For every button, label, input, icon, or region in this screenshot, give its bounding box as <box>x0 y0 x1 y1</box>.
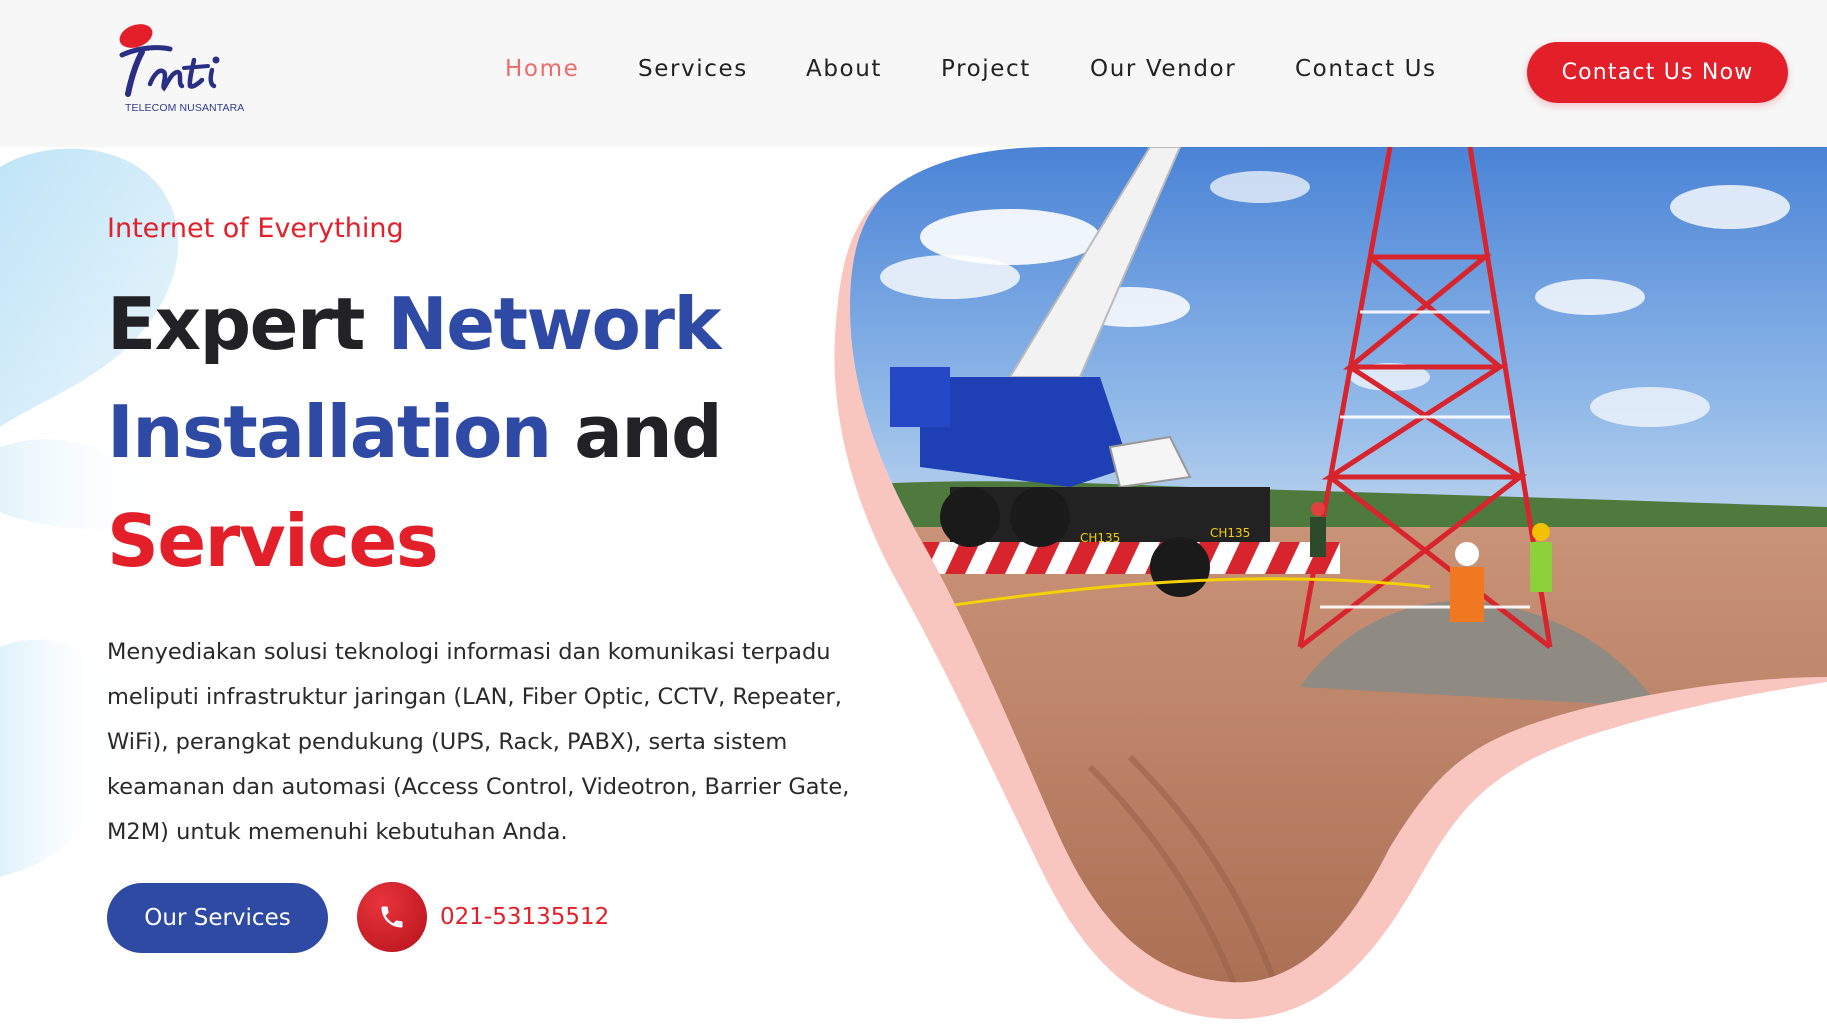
phone-icon <box>381 906 403 928</box>
hero-description: Menyediakan solusi teknologi informasi d… <box>107 639 850 845</box>
nav-item-home[interactable]: Home <box>505 56 579 82</box>
headline-word: Expert <box>107 282 365 366</box>
crane-label: CH135 <box>1210 526 1250 540</box>
phone-number-link[interactable]: 021-53135512 <box>440 904 609 930</box>
logo-subtitle: TELECOM NUSANTARA <box>125 102 245 114</box>
phone-call-button[interactable] <box>357 882 427 952</box>
nav-item-project[interactable]: Project <box>941 56 1031 82</box>
site-header: TELECOM NUSANTARA Home Services About Pr… <box>0 0 1827 147</box>
nav-item-contact-us[interactable]: Contact Us <box>1295 56 1437 82</box>
headline-word: Installation <box>107 390 552 474</box>
headline-word: and <box>574 390 722 474</box>
hero-headline-line-2: Installation and <box>107 396 723 468</box>
headline-word: Network <box>387 282 722 366</box>
logo-mark-icon <box>119 24 220 97</box>
page: TELECOM NUSANTARA Home Services About Pr… <box>0 0 1827 1028</box>
hero-eyebrow: Internet of Everything <box>107 213 404 244</box>
hero-headline-line-1: Expert Network <box>107 288 721 360</box>
headline-word: Services <box>107 499 439 583</box>
hero-photo: CH135 CH135 <box>834 147 1827 1020</box>
contact-us-now-button[interactable]: Contact Us Now <box>1527 42 1788 103</box>
nav-item-about[interactable]: About <box>806 56 882 82</box>
hero-headline-line-3: Services <box>107 505 439 577</box>
our-services-button[interactable]: Our Services <box>107 883 328 953</box>
nav-item-our-vendor[interactable]: Our Vendor <box>1090 56 1236 82</box>
nav-item-services[interactable]: Services <box>638 56 748 82</box>
brand-logo[interactable]: TELECOM NUSANTARA <box>112 22 262 122</box>
